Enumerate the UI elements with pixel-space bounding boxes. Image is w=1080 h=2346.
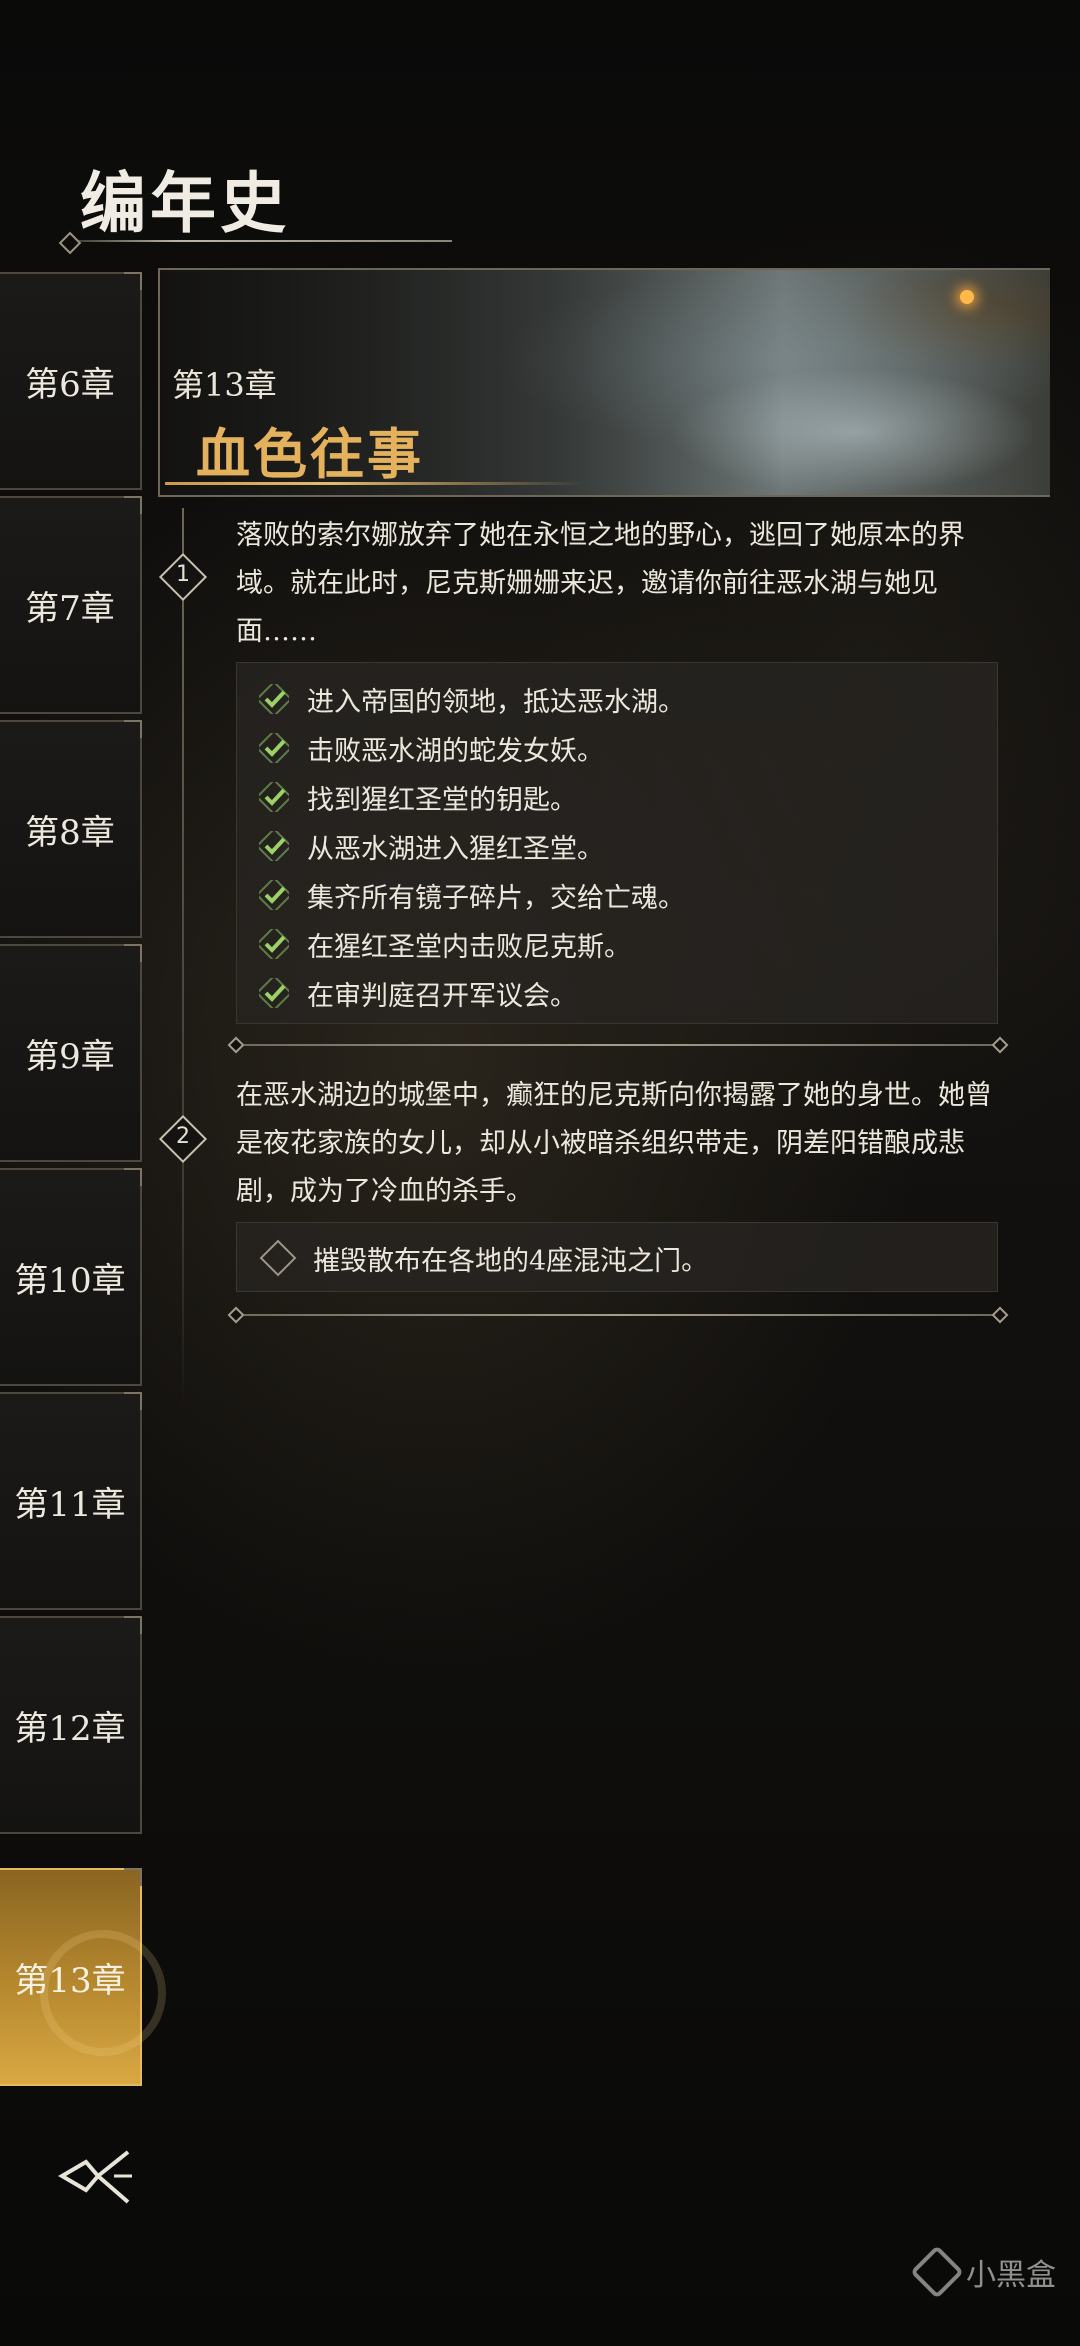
task-item: 摧毁散布在各地的4座混沌之门。 [259, 1236, 708, 1280]
task-text: 集齐所有镜子碎片，交给亡魂。 [307, 882, 685, 914]
check-icon [259, 782, 289, 812]
step-1-number: 1 [176, 562, 190, 587]
step-2-task-list: 摧毁散布在各地的4座混沌之门。 [236, 1222, 998, 1292]
watermark-logo-icon [910, 2245, 964, 2299]
check-icon [259, 831, 289, 861]
tab-label: 第8章 [25, 812, 115, 853]
step-2-description: 在恶水湖边的城堡中，癫狂的尼克斯向你揭露了她的身世。她曾是夜花家族的女儿，却从小… [236, 1080, 992, 1207]
task-text: 在审判庭召开军议会。 [307, 980, 577, 1012]
title-divider [62, 240, 452, 242]
step-1-task-list: 进入帝国的领地，抵达恶水湖。 击败恶水湖的蛇发女妖。 找到猩红圣堂的钥匙。 从恶… [236, 662, 998, 1024]
step-2-number: 2 [176, 1124, 190, 1149]
step-1-description: 落败的索尔娜放弃了她在永恒之地的野心，逃回了她原本的界域。就在此时，尼克斯姗姗来… [236, 520, 965, 647]
check-icon [259, 929, 289, 959]
section-divider [238, 1314, 998, 1316]
task-item: 找到猩红圣堂的钥匙。 [259, 775, 577, 819]
task-text: 进入帝国的领地，抵达恶水湖。 [307, 686, 685, 718]
check-icon [259, 978, 289, 1008]
check-icon [259, 880, 289, 910]
tab-chapter-12[interactable]: 第12章 [0, 1616, 142, 1834]
chapter-title: 血色往事 [196, 422, 424, 486]
page-title: 编年史 [80, 164, 290, 242]
task-item: 在审判庭召开军议会。 [259, 971, 577, 1015]
tab-label: 第11章 [14, 1484, 126, 1525]
tab-chapter-6[interactable]: 第6章 [0, 272, 142, 490]
task-item: 在猩红圣堂内击败尼克斯。 [259, 922, 631, 966]
check-icon [259, 684, 289, 714]
torch-light [960, 290, 974, 304]
tab-label: 第10章 [14, 1260, 126, 1301]
chapter-number: 第13章 [172, 366, 277, 404]
task-text: 在猩红圣堂内击败尼克斯。 [307, 931, 631, 963]
chapter-title-underline [165, 482, 585, 485]
watermark: 小黑盒 [910, 2245, 1056, 2299]
diamond-outline-icon [259, 1239, 297, 1277]
section-divider [238, 1044, 998, 1046]
tab-chapter-9[interactable]: 第9章 [0, 944, 142, 1162]
task-item: 集齐所有镜子碎片，交给亡魂。 [259, 873, 685, 917]
tab-label: 第13章 [14, 1960, 126, 2001]
back-arrow-icon [58, 2150, 132, 2204]
back-button[interactable] [58, 2148, 138, 2204]
task-text: 击败恶水湖的蛇发女妖。 [307, 735, 604, 767]
task-text: 找到猩红圣堂的钥匙。 [307, 784, 577, 816]
timeline-rail [182, 508, 184, 1408]
tab-chapter-7[interactable]: 第7章 [0, 496, 142, 714]
tab-label: 第12章 [14, 1708, 126, 1749]
tab-label: 第6章 [25, 364, 115, 405]
task-item: 击败恶水湖的蛇发女妖。 [259, 726, 604, 770]
task-item: 从恶水湖进入猩红圣堂。 [259, 824, 604, 868]
task-text: 摧毁散布在各地的4座混沌之门。 [313, 1245, 709, 1277]
tab-label: 第7章 [25, 588, 115, 629]
task-item: 进入帝国的领地，抵达恶水湖。 [259, 677, 685, 721]
tab-chapter-10[interactable]: 第10章 [0, 1168, 142, 1386]
tab-chapter-11[interactable]: 第11章 [0, 1392, 142, 1610]
watermark-text: 小黑盒 [966, 2258, 1056, 2293]
tab-chapter-13[interactable]: 第13章 [0, 1868, 166, 2086]
tab-chapter-8[interactable]: 第8章 [0, 720, 142, 938]
tab-label: 第9章 [25, 1036, 115, 1077]
check-icon [259, 733, 289, 763]
task-text: 从恶水湖进入猩红圣堂。 [307, 833, 604, 865]
